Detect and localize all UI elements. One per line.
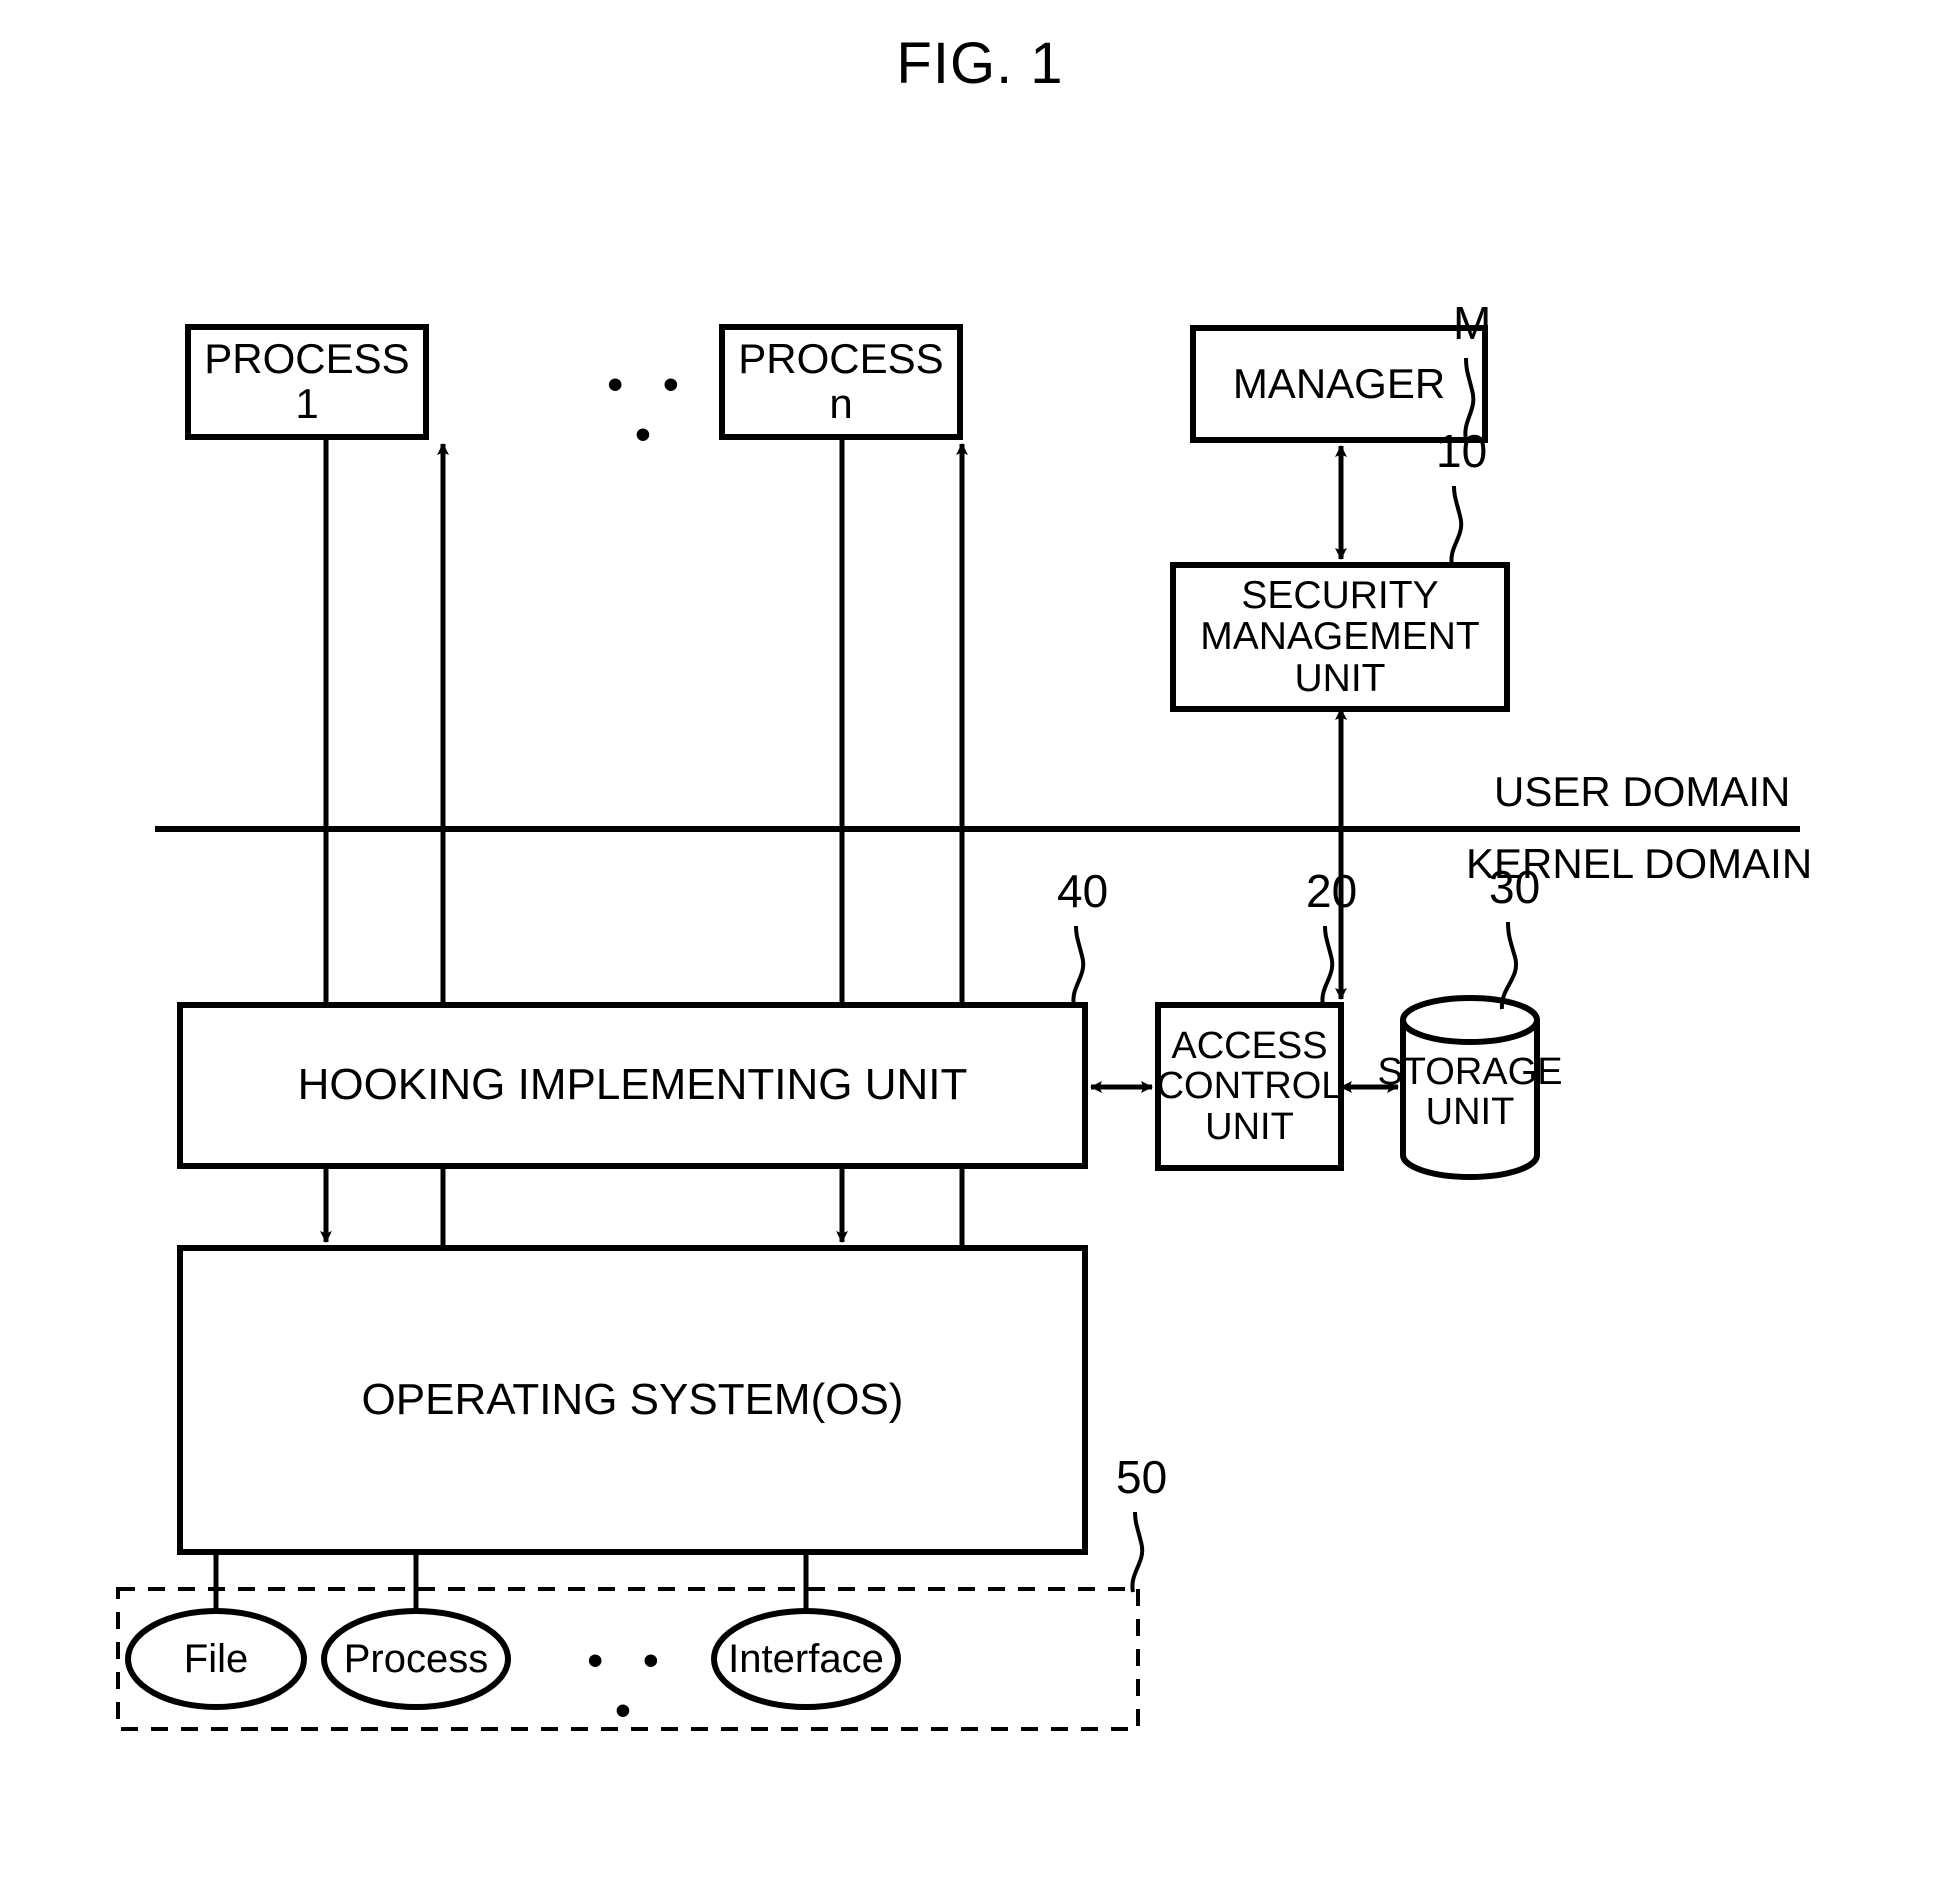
leader-line-storage: [1499, 921, 1519, 1010]
box-security-management-unit: [1170, 562, 1510, 712]
box-process-1: [185, 324, 429, 440]
ellipse-process: [321, 1608, 511, 1710]
ellipse-file: [125, 1608, 307, 1710]
leader-line-resources: [1130, 1511, 1145, 1593]
ref-numeral-security-management-unit: 10: [1436, 425, 1488, 477]
box-operating-system: [177, 1245, 1088, 1555]
ellipse-interface: [711, 1608, 901, 1710]
label-user-domain: USER DOMAIN: [1494, 768, 1791, 815]
leader-line-acu: [1320, 925, 1335, 1007]
box-hooking-implementing-unit: [177, 1002, 1088, 1169]
ref-numeral-manager: M: [1453, 297, 1492, 349]
shape-storage-cylinder: [1400, 995, 1540, 1180]
ref-numeral-storage-unit: 30: [1489, 861, 1541, 913]
leader-line-hooking: [1071, 925, 1086, 1007]
ref-numeral-resources-group: 50: [1116, 1451, 1168, 1503]
box-access-control-unit: [1155, 1002, 1344, 1171]
ellipsis-between-processes: • • •: [607, 360, 693, 459]
leader-line-smu: [1449, 485, 1464, 567]
ref-numeral-access-control-unit: 20: [1306, 865, 1358, 917]
figure-root: FIG. 1 PROCESS 1 PROCESS n • • • MANAGER…: [0, 0, 1960, 1886]
box-process-n: [719, 324, 963, 440]
ellipsis-between-resources: • • •: [587, 1636, 673, 1735]
diagram-canvas: [116, 324, 1800, 1731]
ref-numeral-hooking-implementing-unit: 40: [1057, 865, 1109, 917]
